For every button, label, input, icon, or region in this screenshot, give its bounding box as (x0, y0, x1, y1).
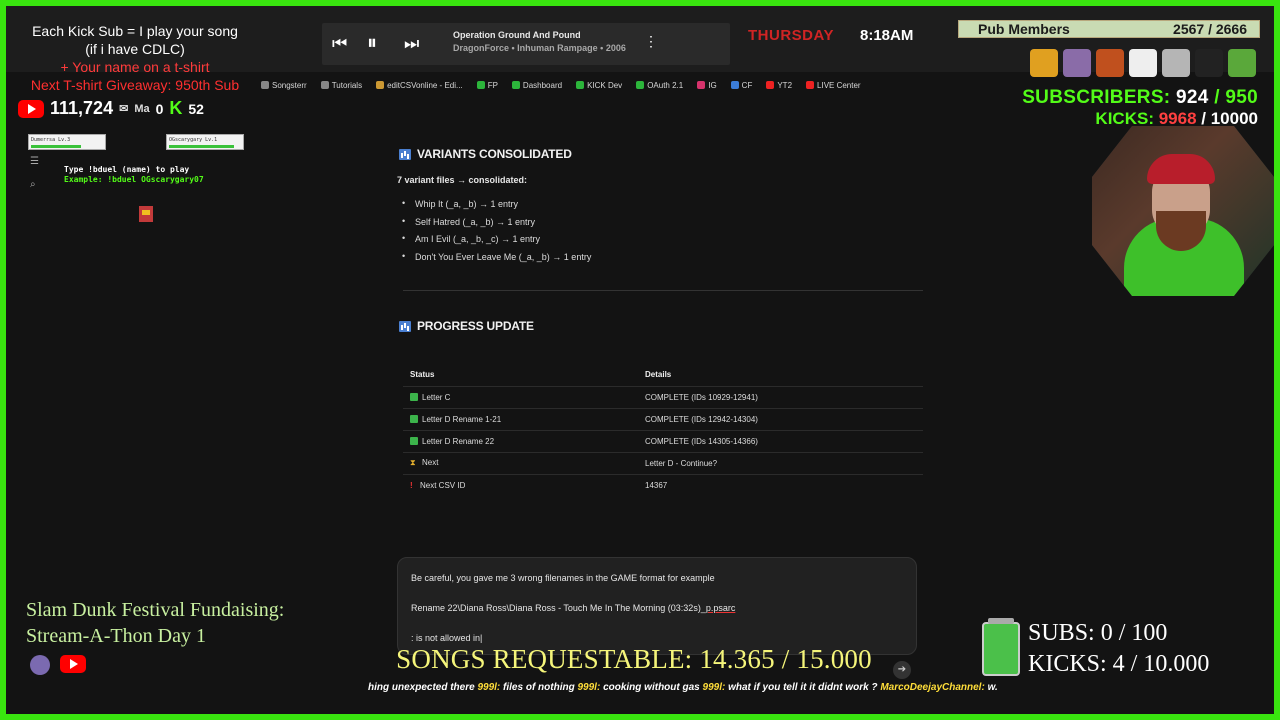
stream-frame: ⏮ ⏸ ⏭ Operation Ground And Pound DragonF… (6, 6, 1274, 714)
search-icon[interactable]: ⌕ (30, 179, 36, 190)
folder-icon (261, 81, 269, 89)
list-item: Whip It (_a, _b) → 1 entry (397, 198, 697, 217)
bookmark-cf[interactable]: CF (730, 81, 752, 90)
column-header: Status (410, 370, 435, 380)
list-item: Don't You Ever Leave Me (_a, _b) → 1 ent… (397, 251, 697, 270)
youtube-icon (806, 81, 815, 89)
bookmark-oauth[interactable]: OAuth 2.1 (636, 81, 683, 90)
duel-player-1: Dumerrsa Lv.3 (28, 134, 106, 150)
bottom-kicks-goal: KICKS: 4 / 10.000 (1028, 651, 1210, 677)
table-row: Letter D Rename 22 COMPLETE (IDs 14305-1… (403, 429, 923, 452)
fundraiser-banner: Slam Dunk Festival Fundaising: Stream-A-… (26, 599, 285, 647)
duel-sprite (139, 206, 153, 222)
promo-line-2: (if i have CDLC) (85, 41, 185, 57)
pub-members-bar: Pub Members 2567 / 2666 (958, 20, 1260, 38)
next-track-icon[interactable]: ⏭ (404, 34, 419, 54)
health-bar (169, 145, 234, 148)
bookmark-songsterr[interactable]: Songsterr (261, 81, 307, 90)
goal-jar-icon (982, 618, 1020, 676)
message-input[interactable]: Be careful, you gave me 3 wrong filename… (397, 557, 917, 655)
follower-counts: 111,724 ✉ Ma 0 K 52 (18, 98, 204, 119)
webcam (1092, 126, 1274, 296)
youtube-icon (766, 81, 775, 89)
table-row: ! Next CSV ID 14367 (403, 473, 923, 496)
table-row: Letter D Rename 1-21 COMPLETE (IDs 12942… (403, 407, 923, 430)
duel-player-2: OGscarygary Lv.1 (166, 134, 244, 150)
youtube-icon (18, 99, 44, 118)
table-header-row: Status Details (403, 364, 923, 386)
check-icon (410, 392, 418, 401)
promo-line-1: Each Kick Sub = I play your song (32, 23, 238, 39)
bar-chart-icon (399, 148, 411, 160)
exclamation-icon: ! (410, 480, 413, 490)
kick-icon (511, 81, 520, 89)
tshirt-icon (1030, 49, 1058, 77)
tshirt-icon (1162, 49, 1190, 77)
tshirt-icon (1129, 49, 1157, 77)
tshirt-gallery (1030, 49, 1256, 77)
bar-chart-icon (399, 320, 411, 332)
song-title: Operation Ground And Pound (453, 30, 581, 40)
table-row: Letter C COMPLETE (IDs 10929-12941) (403, 385, 923, 408)
send-arrow-icon[interactable]: ➔ (893, 661, 911, 679)
subscribers-goal: SUBSCRIBERS: 924 / 950 (1022, 87, 1258, 108)
cf-icon (730, 81, 739, 89)
kick-icon (476, 81, 485, 89)
kicks-goal: KICKS: 9968 / 10000 (1095, 109, 1258, 128)
duel-status: Dumerrsa Lv.3 OGscarygary Lv.1 (28, 134, 244, 150)
promo-line-3: + Your name on a t-shirt (60, 59, 210, 75)
list-item: Self Hatred (_a, _b) → 1 entry (397, 216, 697, 235)
previous-track-icon[interactable]: ⏮ (332, 34, 347, 54)
bottom-subs-goal: SUBS: 0 / 100 (1028, 620, 1168, 646)
promo-overlay: Each Kick Sub = I play your song (if i h… (10, 22, 260, 94)
bookmark-kick-dev[interactable]: KICK Dev (576, 81, 622, 90)
youtube-count: 111,724 (50, 98, 114, 118)
bookmark-ig[interactable]: IG (697, 81, 717, 90)
bookmarks-bar: Songsterr Tutorials editCSVonline - Edi.… (261, 76, 861, 94)
progress-table: Status Details Letter C COMPLETE (IDs 10… (403, 364, 923, 496)
hourglass-icon: ⧗ (410, 458, 416, 467)
promo-line-4: Next T-shirt Giveaway: 950th Sub (30, 77, 240, 93)
bookmark-tutorials[interactable]: Tutorials (320, 81, 362, 90)
variants-intro: 7 variant files → consolidated: (397, 175, 528, 185)
divider (403, 290, 923, 291)
progress-heading: PROGRESS UPDATE (399, 319, 534, 333)
tshirt-icon (1063, 49, 1091, 77)
music-player: ⏮ ⏸ ⏭ Operation Ground And Pound DragonF… (322, 23, 730, 65)
instagram-icon (697, 81, 706, 89)
kick-icon (576, 81, 585, 89)
menu-icon[interactable]: ☰ (30, 156, 39, 167)
bookmark-yt2[interactable]: YT2 (766, 81, 792, 90)
list-item: Am I Evil (_a, _b, _c) → 1 entry (397, 233, 697, 252)
duel-instructions: Type !bduel (name) to play Example: !bdu… (64, 165, 204, 184)
kick-icon: K (169, 98, 183, 118)
variants-list: Whip It (_a, _b) → 1 entry Self Hatred (… (397, 198, 697, 270)
pause-icon[interactable]: ⏸ (367, 32, 377, 55)
bookmark-live-center[interactable]: LIVE Center (806, 81, 861, 90)
mail-label: Ma (134, 102, 150, 115)
tshirt-icon (1228, 49, 1256, 77)
tshirt-icon (1096, 49, 1124, 77)
bookmark-fp[interactable]: FP (476, 81, 498, 90)
table-row: ⧗ Next Letter D - Continue? (403, 451, 923, 474)
day-label: THURSDAY (748, 27, 834, 44)
other-count: 0 (155, 100, 164, 117)
check-icon (410, 414, 418, 423)
kick-count: 52 (188, 100, 204, 117)
edit-icon (376, 81, 385, 89)
mail-icon: ✉ (119, 103, 129, 115)
more-options-icon[interactable]: ⋮ (644, 33, 658, 50)
bookmark-dashboard[interactable]: Dashboard (511, 81, 562, 90)
song-artist: DragonForce • Inhuman Rampage • 2006 (453, 43, 626, 53)
time-label: 8:18AM (860, 27, 914, 44)
tshirt-icon (1195, 49, 1223, 77)
check-icon (410, 436, 418, 445)
kick-icon (636, 81, 645, 89)
bookmark-editcsv[interactable]: editCSVonline - Edi... (376, 81, 463, 90)
chat-ticker: hing unexpected there 999l: files of not… (368, 682, 998, 693)
column-header: Details (645, 370, 672, 380)
health-bar (31, 145, 82, 148)
folder-icon (320, 81, 329, 89)
variants-heading: VARIANTS CONSOLIDATED (399, 147, 572, 161)
